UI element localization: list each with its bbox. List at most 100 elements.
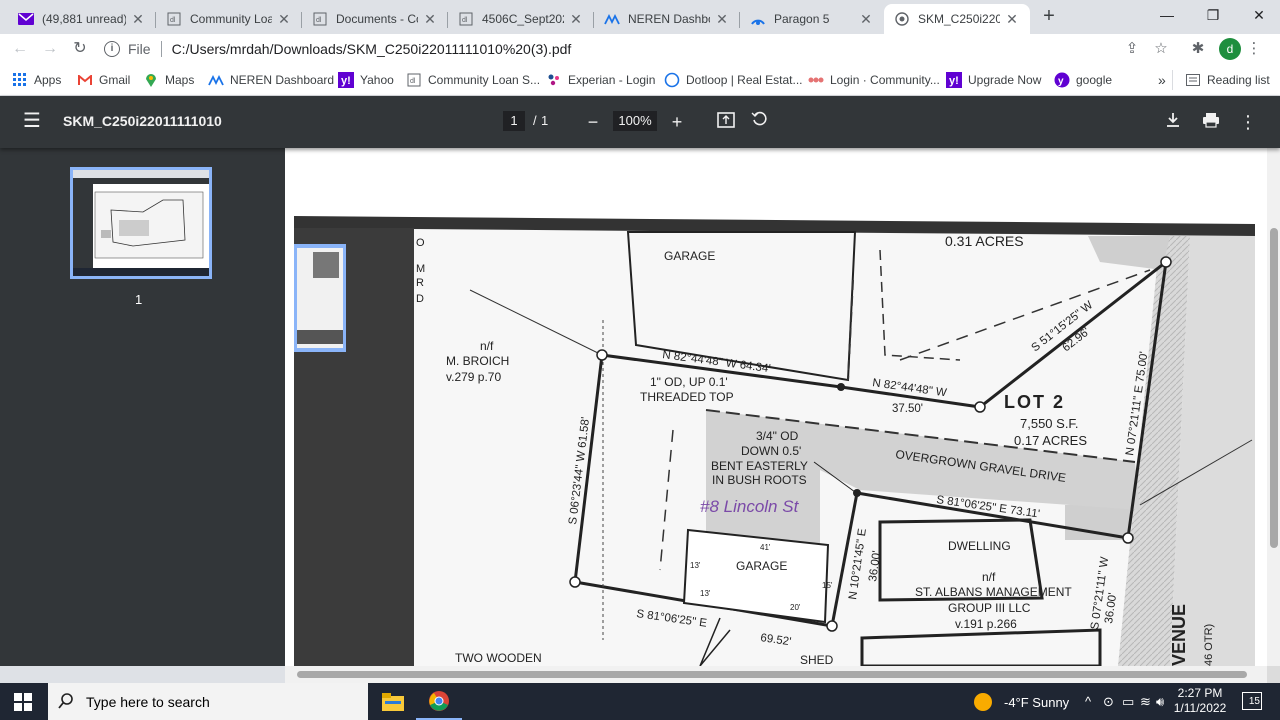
mail-icon [18,11,34,27]
bookmarks-overflow-button[interactable]: » [1158,70,1166,90]
garage-dim: 41' [760,543,771,552]
taskbar-clock[interactable]: 2:27 PM 1/11/2022 [1172,686,1228,716]
url-text[interactable]: C:/Users/mrdah/Downloads/SKM_C250i220111… [172,41,572,57]
battery-icon[interactable]: ▭ [1122,694,1134,710]
more-menu-icon[interactable]: ⋮ [1244,39,1264,59]
notification-center-icon[interactable]: 15 [1242,692,1262,710]
pdf-more-menu-icon[interactable]: ⋮ [1236,110,1260,134]
bookmark-login-community[interactable]: Login · Community... [808,70,940,90]
download-icon[interactable] [1161,110,1185,134]
close-icon[interactable]: ✕ [422,11,438,28]
tab-skm-pdf[interactable]: SKM_C250i22011 ✕ [884,4,1030,34]
bookmark-dotloop[interactable]: Dotloop | Real Estat... [664,70,803,90]
menu-icon[interactable]: ☰ [20,110,44,134]
bookmark-experian[interactable]: Experian - Login [546,70,655,90]
print-icon[interactable] [1199,110,1223,134]
dwelling-label: DWELLING [948,539,1011,553]
back-button[interactable]: ← [8,37,32,61]
document-icon: dl [312,11,328,27]
bookmark-maps[interactable]: Maps [143,70,194,90]
two-wooden-label: TWO WOODEN [455,651,542,665]
tab-title: Documents - Con [336,12,418,26]
window-close-button[interactable]: ✕ [1236,0,1280,30]
reload-button[interactable]: ↻ [68,37,92,61]
page-total: 1 [541,113,549,128]
page-number-input[interactable]: 1 [503,111,525,131]
zoom-out-button[interactable]: − [581,110,605,134]
garage-dim: 20' [790,603,801,612]
pdf-toolbar: ☰ SKM_C250i22011111010 1 / 1 − 100% + ⋮ [0,96,1280,148]
minimize-button[interactable]: — [1144,0,1190,30]
tab-paragon[interactable]: Paragon 5 ✕ [740,4,884,34]
tab-neren-dashboard[interactable]: NEREN Dashboa ✕ [594,4,740,34]
page-thumbnail[interactable] [70,167,212,279]
corner-marker [1122,532,1134,544]
tab-community-loan[interactable]: dl Community Loan ✕ [156,4,302,34]
bookmark-yahoo[interactable]: y! Yahoo [338,70,394,90]
vertical-scrollbar[interactable] [1267,148,1280,666]
gmail-icon [77,72,93,88]
yahoo-icon: y! [946,72,962,88]
share-icon[interactable]: ⇪ [1122,39,1142,59]
bookmark-star-icon[interactable]: ☆ [1151,39,1171,59]
network-icon[interactable]: ⊙ [1103,694,1114,710]
bookmark-neren[interactable]: NEREN Dashboard [208,70,334,90]
close-icon[interactable]: ✕ [568,11,584,28]
close-icon[interactable]: ✕ [276,11,292,28]
rotate-icon[interactable] [748,110,772,134]
garage-dim: 13' [700,589,711,598]
lot-area-acres: 0.17 ACRES [1014,433,1087,448]
close-icon[interactable]: ✕ [1004,11,1020,28]
volume-icon[interactable]: 🔊︎ [1156,694,1164,710]
address-bar[interactable]: i File C:/Users/mrdah/Downloads/SKM_C250… [104,36,1184,62]
profile-avatar[interactable]: d [1219,38,1241,60]
bookmark-apps[interactable]: Apps [12,70,61,90]
wifi-icon[interactable]: ≋ [1140,694,1151,710]
horizontal-scrollbar[interactable] [285,666,1267,683]
tab-documents[interactable]: dl Documents - Con ✕ [302,4,448,34]
url-scheme: File [128,41,151,57]
svg-text:y: y [1058,76,1064,87]
new-tab-button[interactable]: + [1038,6,1060,28]
info-icon[interactable]: i [104,41,120,57]
handwritten-address: #8 Lincoln St [700,497,800,516]
owner-broich-ref: v.279 p.70 [446,370,501,384]
weather-widget[interactable]: -4°F Sunny [974,693,1069,711]
side-letter: R [416,277,424,289]
document-icon: dl [458,11,474,27]
document-icon: dl [166,11,182,27]
document-icon: dl [406,72,422,88]
reading-list-button[interactable]: Reading list [1172,70,1270,90]
bookmark-google[interactable]: y google [1054,70,1112,90]
windows-start-icon[interactable] [8,691,38,713]
extensions-puzzle-icon[interactable]: ✱ [1188,39,1208,59]
pdf-page-area[interactable]: O M R D GARAGE 0.31 ACRES n/f M. BROICH … [285,148,1267,666]
sun-icon [974,693,992,711]
file-explorer-icon[interactable] [370,683,416,720]
globe-icon [894,11,910,27]
tab-4506c[interactable]: dl 4506C_Sept2020 ✕ [448,4,594,34]
close-icon[interactable]: ✕ [130,11,146,28]
corner-marker [853,489,861,497]
restore-button[interactable]: ❐ [1190,0,1236,30]
side-letter: M [416,263,425,275]
bookmark-community-loan[interactable]: dl Community Loan S... [406,70,540,90]
close-icon[interactable]: ✕ [858,11,874,28]
zoom-input[interactable]: 100% [613,111,657,131]
taskbar-search-box[interactable]: Type here to search [48,683,368,720]
zoom-in-button[interactable]: + [665,110,689,134]
tab-yahoo-mail[interactable]: (49,881 unread) - ✕ [8,4,156,34]
garage-dim: 13' [690,561,701,570]
apps-grid-icon [12,72,28,88]
tray-chevron-icon[interactable]: ^ [1085,694,1091,709]
chrome-taskbar-icon[interactable] [416,683,462,720]
tab-strip: (49,881 unread) - ✕ dl Community Loan ✕ … [0,0,1280,34]
tab-title: Paragon 5 [774,12,830,26]
forward-button[interactable]: → [38,37,62,61]
close-icon[interactable]: ✕ [714,11,730,28]
bookmark-upgrade-now[interactable]: y! Upgrade Now [946,70,1041,90]
fit-page-icon[interactable] [714,110,738,134]
shed-label: SHED [800,653,834,666]
bookmark-gmail[interactable]: Gmail [77,70,130,90]
garage-dim: 15' [822,581,833,590]
